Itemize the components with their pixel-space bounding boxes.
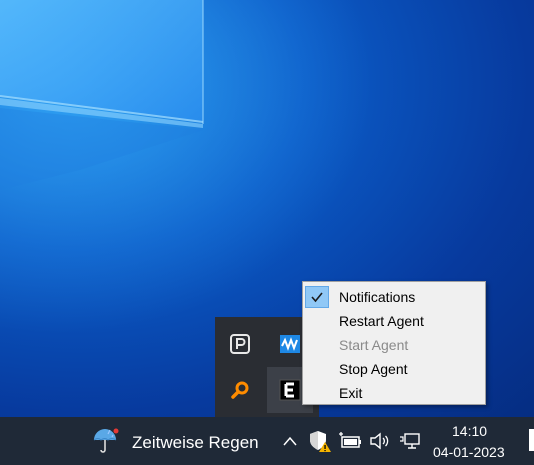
menu-item-label: Notifications	[339, 289, 416, 305]
menu-item-notifications[interactable]: Notifications	[305, 285, 483, 309]
menu-item-stop-agent[interactable]: Stop Agent	[305, 357, 483, 381]
magnifier-icon[interactable]	[217, 367, 263, 413]
p-app-icon[interactable]	[217, 321, 263, 367]
weather-text[interactable]: Zeitweise Regen	[132, 433, 259, 453]
umbrella-rain-icon[interactable]	[90, 425, 122, 457]
menu-item-start-agent: Start Agent	[305, 333, 483, 357]
network-icon[interactable]	[398, 429, 422, 453]
battery-plug-icon[interactable]	[338, 429, 362, 453]
shield-warning-icon[interactable]	[308, 429, 332, 453]
menu-item-exit[interactable]: Exit	[305, 381, 483, 405]
menu-item-label: Exit	[339, 385, 363, 401]
chevron-up-icon[interactable]	[280, 431, 300, 451]
menu-item-restart-agent[interactable]: Restart Agent	[305, 309, 483, 333]
speaker-icon[interactable]	[368, 429, 392, 453]
desktop-background: Notifications Restart Agent Start Agent …	[0, 0, 534, 417]
menu-item-label: Start Agent	[339, 337, 409, 353]
agent-context-menu: Notifications Restart Agent Start Agent …	[302, 281, 486, 405]
checkmark-icon	[305, 286, 329, 308]
clock-time[interactable]: 14:10	[452, 423, 487, 439]
menu-item-label: Stop Agent	[339, 361, 408, 377]
taskbar: Zeitweise Regen 14:10 04-01-2023	[0, 417, 534, 465]
show-desktop-button[interactable]	[529, 429, 534, 451]
menu-item-label: Restart Agent	[339, 313, 424, 329]
clock-date[interactable]: 04-01-2023	[433, 444, 505, 460]
